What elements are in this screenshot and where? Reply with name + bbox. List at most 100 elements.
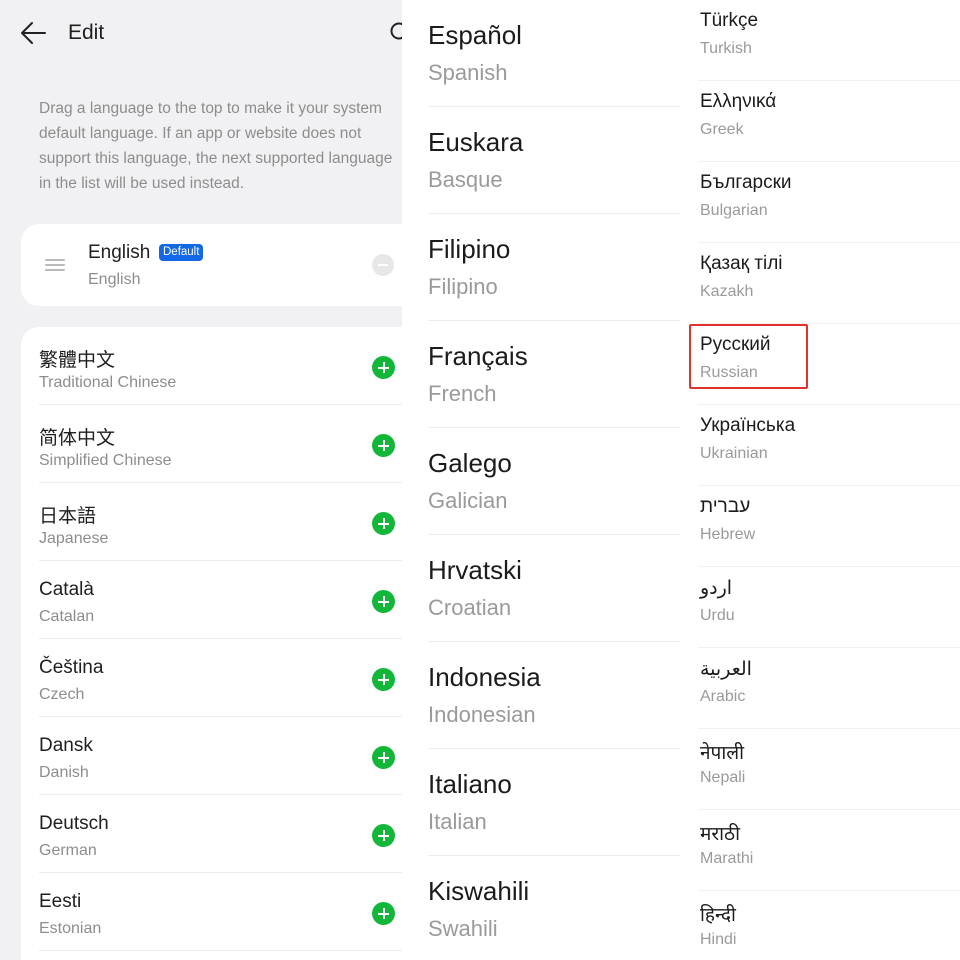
language-native-name: 日本語	[39, 506, 97, 527]
language-native-name: हिन्दी	[700, 905, 736, 926]
list-item[interactable]: Italiano Italian	[402, 749, 688, 856]
language-english-name: Kazakh	[700, 283, 754, 300]
language-english-name: Marathi	[700, 850, 754, 867]
language-english-name: Catalan	[39, 608, 95, 625]
language-english-name: Bulgarian	[700, 202, 768, 219]
list-item[interactable]: Indonesia Indonesian	[402, 642, 688, 749]
remove-circle-icon[interactable]	[372, 254, 394, 276]
language-native-name: Français	[428, 341, 528, 371]
language-english-name: Nepali	[700, 769, 746, 786]
language-native-name: Dansk	[39, 735, 93, 756]
language-english-name: Italian	[428, 809, 487, 834]
language-english-name: Filipino	[428, 274, 498, 299]
add-circle-icon[interactable]	[372, 902, 395, 925]
list-item[interactable]: हिन्दी Hindi	[688, 891, 960, 960]
list-item[interactable]: Eesti Estonian	[21, 873, 402, 951]
list-item[interactable]: Hrvatski Croatian	[402, 535, 688, 642]
language-english-name: Czech	[39, 686, 85, 703]
list-item[interactable]: Dansk Danish	[21, 717, 402, 795]
list-item[interactable]: Galego Galician	[402, 428, 688, 535]
language-english-name: Hindi	[700, 931, 737, 948]
language-english-name: Croatian	[428, 595, 512, 620]
language-native-name: Galego	[428, 448, 512, 478]
default-language-name: English	[88, 242, 151, 263]
add-circle-icon[interactable]	[372, 590, 395, 613]
language-native-name: Català	[39, 579, 94, 600]
add-circle-icon[interactable]	[372, 512, 395, 535]
language-english-name: Hebrew	[700, 526, 756, 543]
add-circle-icon[interactable]	[372, 824, 395, 847]
default-language-card[interactable]: English Default English	[21, 224, 402, 306]
list-item[interactable]: Español Spanish	[402, 0, 688, 107]
language-english-name: Indonesian	[428, 702, 536, 727]
language-native-name: Eesti	[39, 891, 82, 912]
list-item[interactable]: Kiswahili Swahili	[402, 856, 688, 960]
language-english-name: Urdu	[700, 607, 735, 624]
language-native-name: Indonesia	[428, 662, 541, 692]
add-circle-icon[interactable]	[372, 746, 395, 769]
language-english-name: Japanese	[39, 530, 109, 547]
language-english-name: Greek	[700, 121, 744, 138]
addable-language-list: 繁體中文 Traditional Chinese 简体中文 Simplified…	[21, 327, 402, 960]
language-english-name: Swahili	[428, 916, 498, 941]
list-item[interactable]: Қазақ тілі Kazakh	[688, 243, 960, 324]
language-native-name: עברית	[700, 496, 751, 517]
default-language-english: English	[88, 271, 141, 288]
add-circle-icon[interactable]	[372, 668, 395, 691]
language-native-name: Türkçe	[700, 10, 759, 31]
language-english-name: Basque	[428, 167, 503, 192]
edit-languages-panel: Edit Drag a language to the top to make …	[0, 0, 402, 960]
language-native-name: Čeština	[39, 657, 104, 678]
language-native-name: اردو	[700, 578, 733, 599]
list-item[interactable]: Català Catalan	[21, 561, 402, 639]
list-item[interactable]: العربية Arabic	[688, 648, 960, 729]
add-circle-icon[interactable]	[372, 356, 395, 379]
list-item[interactable]: Français French	[402, 321, 688, 428]
list-item[interactable]: 繁體中文 Traditional Chinese	[21, 327, 402, 405]
list-item[interactable]: Filipino Filipino	[402, 214, 688, 321]
selection-highlight-box	[689, 324, 808, 389]
language-english-name: Traditional Chinese	[39, 374, 177, 391]
language-native-name: Español	[428, 20, 522, 50]
language-english-name: Arabic	[700, 688, 746, 705]
language-native-name: Filipino	[428, 234, 511, 264]
list-item[interactable]: Български Bulgarian	[688, 162, 960, 243]
list-item[interactable]: Українська Ukrainian	[688, 405, 960, 486]
search-icon[interactable]	[388, 20, 402, 44]
language-native-name: Euskara	[428, 127, 524, 157]
page-title: Edit	[68, 21, 105, 44]
back-arrow-icon[interactable]	[18, 18, 52, 48]
list-item[interactable]: עברית Hebrew	[688, 486, 960, 567]
list-item[interactable]: Čeština Czech	[21, 639, 402, 717]
language-native-name: Kiswahili	[428, 876, 530, 906]
language-native-name: Ελληνικά	[700, 91, 777, 112]
list-item[interactable]: Deutsch German	[21, 795, 402, 873]
language-english-name: Ukrainian	[700, 445, 768, 462]
list-item[interactable]: Euskara Basque	[402, 107, 688, 214]
list-item[interactable]: Türkçe Turkish	[688, 0, 960, 81]
language-english-name: Danish	[39, 764, 89, 781]
list-item[interactable]: मराठी Marathi	[688, 810, 960, 891]
language-native-name: العربية	[700, 659, 752, 680]
language-picker-list-middle: Español Spanish Euskara Basque Filipino …	[402, 0, 688, 960]
list-item[interactable]: 简体中文 Simplified Chinese	[21, 405, 402, 483]
default-badge: Default	[159, 244, 204, 261]
language-english-name: French	[428, 381, 497, 406]
top-bar: Edit	[0, 0, 402, 68]
divider	[39, 950, 402, 951]
language-native-name: 简体中文	[39, 428, 116, 449]
language-english-name: Simplified Chinese	[39, 452, 172, 469]
language-native-name: Қазақ тілі	[700, 253, 783, 274]
list-item[interactable]: Ελληνικά Greek	[688, 81, 960, 162]
add-circle-icon[interactable]	[372, 434, 395, 457]
language-english-name: Spanish	[428, 60, 508, 85]
drag-handle-icon[interactable]	[45, 259, 65, 271]
language-picker-list-right: Türkçe Turkish Ελληνικά Greek Български …	[688, 0, 960, 960]
list-item[interactable]: اردو Urdu	[688, 567, 960, 648]
list-item[interactable]: 日本語 Japanese	[21, 483, 402, 561]
language-native-name: Italiano	[428, 769, 512, 799]
language-native-name: Deutsch	[39, 813, 109, 834]
list-item[interactable]: नेपाली Nepali	[688, 729, 960, 810]
instruction-text: Drag a language to the top to make it yo…	[39, 100, 393, 192]
language-native-name: नेपाली	[700, 743, 745, 764]
